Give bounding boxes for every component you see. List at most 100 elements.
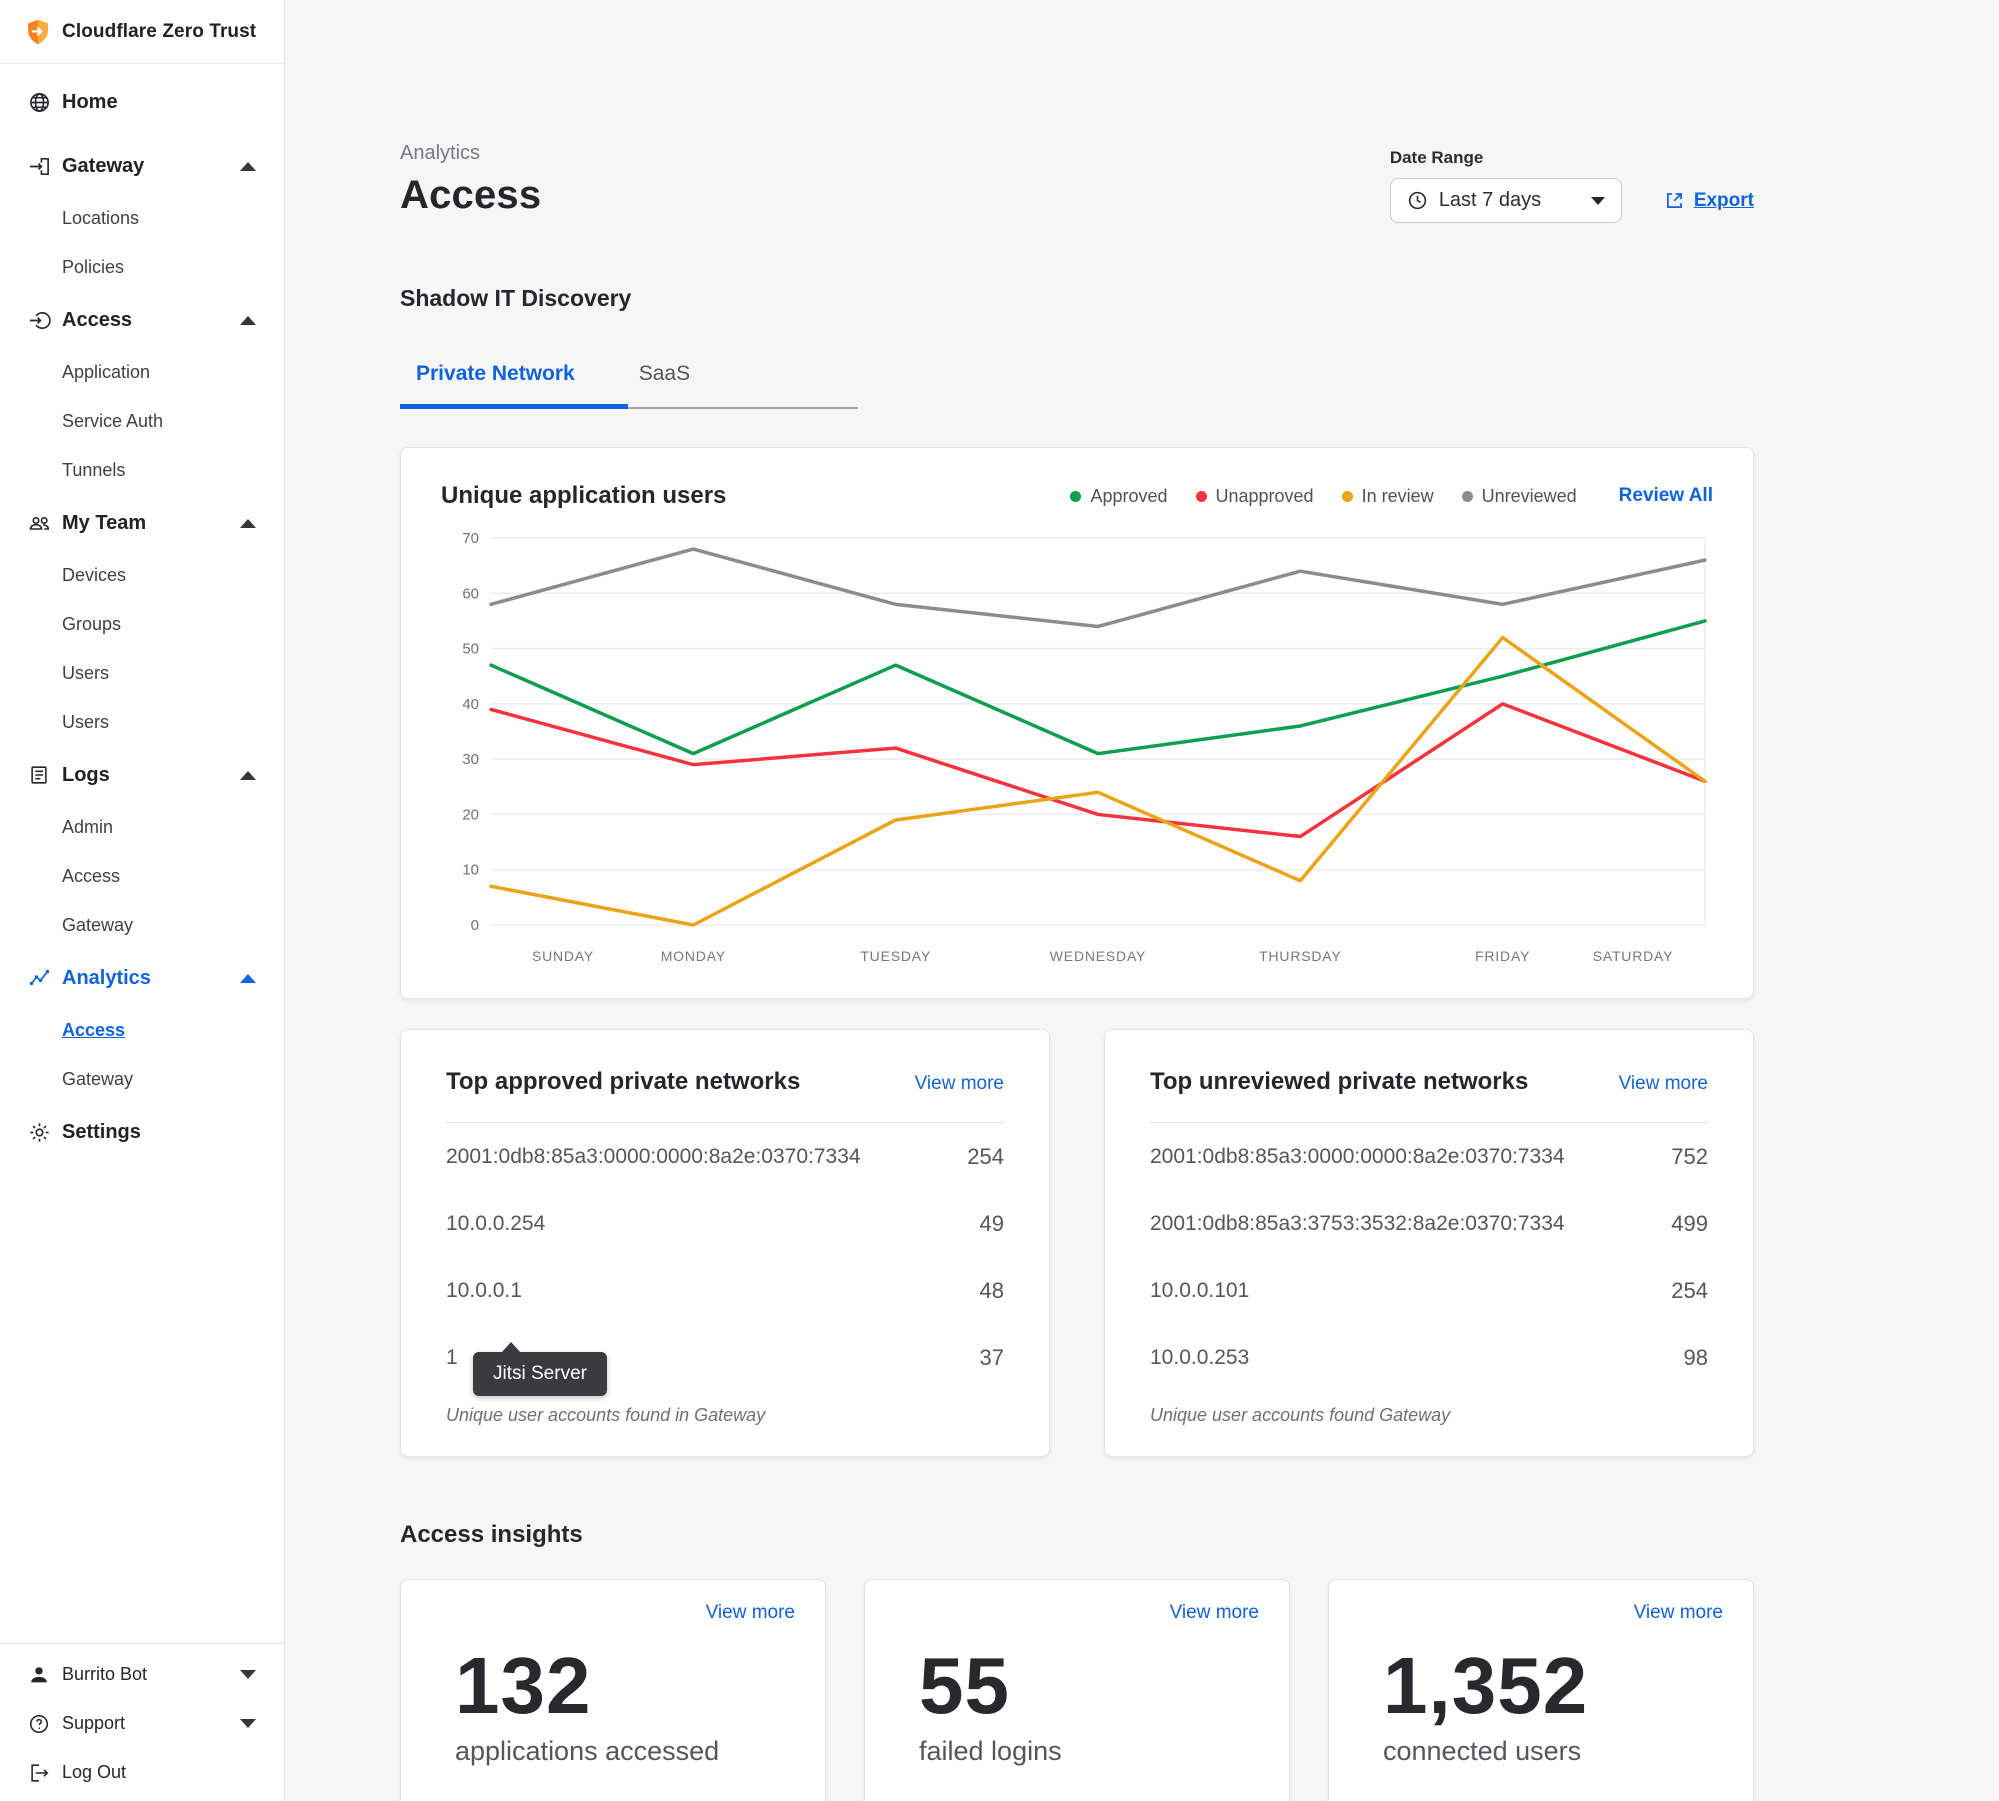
network-row[interactable]: 10.0.0.101 254: [1150, 1257, 1708, 1324]
legend-in-review: In review: [1342, 486, 1434, 507]
sidebar-item-devices[interactable]: Devices: [0, 551, 284, 600]
top-unreviewed-networks-card: Top unreviewed private networks View mor…: [1104, 1029, 1754, 1457]
svg-text:FRIDAY: FRIDAY: [1475, 948, 1530, 964]
failed-logins-label: failed logins: [919, 1736, 1259, 1767]
unreviewed-card-footnote: Unique user accounts found Gateway: [1150, 1405, 1708, 1426]
logout-icon: [28, 1762, 62, 1784]
app-root: Cloudflare Zero Trust Home Gateway: [0, 0, 1999, 1801]
export-button[interactable]: Export: [1664, 190, 1754, 212]
approved-view-more-link[interactable]: View more: [915, 1073, 1004, 1095]
sidebar-item-admin[interactable]: Admin: [0, 803, 284, 852]
date-range-group: Date Range Last 7 days: [1390, 142, 1754, 223]
connected-users-card: View more 1,352 connected users: [1328, 1579, 1754, 1801]
support-menu[interactable]: Support: [0, 1699, 284, 1748]
applications-accessed-card: View more 132 applications accessed: [400, 1579, 826, 1801]
help-icon: [28, 1713, 62, 1735]
support-label: Support: [62, 1713, 125, 1734]
unique-users-chart-card: Unique application users Approved Unappr…: [400, 447, 1754, 999]
legend-dot-approved: [1070, 491, 1081, 502]
sidebar-item-tunnels[interactable]: Tunnels: [0, 446, 284, 495]
approved-card-footnote: Unique user accounts found in Gateway: [446, 1405, 1004, 1426]
tab-private-network[interactable]: Private Network: [416, 362, 575, 406]
sidebar-item-logs-access[interactable]: Access: [0, 852, 284, 901]
access-icon: [28, 309, 62, 332]
network-row[interactable]: 2001:0db8:85a3:3753:3532:8a2e:0370:7334 …: [1150, 1190, 1708, 1257]
sidebar-footer: Burrito Bot Support: [0, 1643, 284, 1797]
sidebar-item-access[interactable]: Access: [0, 292, 284, 348]
sidebar-item-home[interactable]: Home: [0, 74, 284, 130]
review-all-link[interactable]: Review All: [1619, 485, 1713, 507]
network-row[interactable]: 2001:0db8:85a3:0000:0000:8a2e:0370:7334 …: [446, 1123, 1004, 1190]
brand-logo-row[interactable]: Cloudflare Zero Trust: [0, 0, 284, 64]
legend-dot-unreviewed: [1462, 491, 1473, 502]
sidebar-label-access: Access: [62, 309, 132, 332]
account-menu[interactable]: Burrito Bot: [0, 1650, 284, 1699]
sidebar: Cloudflare Zero Trust Home Gateway: [0, 0, 285, 1801]
legend-unapproved: Unapproved: [1196, 486, 1314, 507]
network-row[interactable]: 10.0.0.1 48: [446, 1257, 1004, 1324]
line-chart-canvas[interactable]: 010203040506070SUNDAYMONDAYTUESDAYWEDNES…: [441, 526, 1713, 976]
chevron-down-icon: [1591, 197, 1605, 205]
svg-text:10: 10: [462, 862, 479, 879]
logout-label: Log Out: [62, 1762, 126, 1783]
main-content: Analytics Access Date Range Last 7 days: [285, 0, 1999, 1801]
sidebar-label-analytics: Analytics: [62, 967, 151, 990]
failed-logins-card: View more 55 failed logins: [864, 1579, 1290, 1801]
gateway-icon: [28, 155, 62, 178]
chart-title: Unique application users: [441, 482, 726, 510]
chart-legend: Approved Unapproved In review Unrev: [1070, 486, 1576, 507]
sidebar-item-analytics-access[interactable]: Access: [0, 1006, 284, 1055]
unreviewed-view-more-link[interactable]: View more: [1619, 1073, 1708, 1095]
date-range-select[interactable]: Last 7 days: [1390, 178, 1622, 223]
network-row[interactable]: 2001:0db8:85a3:0000:0000:8a2e:0370:7334 …: [1150, 1123, 1708, 1190]
svg-text:40: 40: [462, 696, 479, 713]
top-approved-networks-card: Top approved private networks View more …: [400, 1029, 1050, 1457]
team-icon: [28, 511, 62, 535]
sidebar-item-users[interactable]: Users: [0, 649, 284, 698]
sidebar-item-my-team[interactable]: My Team: [0, 495, 284, 551]
sidebar-nav: Home Gateway Locations Policies: [0, 64, 284, 1160]
globe-icon: [28, 91, 62, 114]
svg-text:TUESDAY: TUESDAY: [860, 948, 931, 964]
sidebar-label-home: Home: [62, 91, 118, 114]
svg-text:THURSDAY: THURSDAY: [1259, 948, 1341, 964]
connected-users-value: 1,352: [1383, 1646, 1723, 1726]
access-insights-heading: Access insights: [400, 1521, 1754, 1549]
network-row[interactable]: 10.0.0.254 49: [446, 1190, 1004, 1257]
sidebar-item-logs[interactable]: Logs: [0, 747, 284, 803]
svg-text:70: 70: [462, 530, 479, 547]
sidebar-item-locations[interactable]: Locations: [0, 194, 284, 243]
brand-name: Cloudflare Zero Trust: [62, 21, 256, 43]
sidebar-item-service-auth[interactable]: Service Auth: [0, 397, 284, 446]
sidebar-item-logs-gateway[interactable]: Gateway: [0, 901, 284, 950]
tab-bar: Private Network SaaS: [400, 362, 858, 409]
insight-view-more-link[interactable]: View more: [1170, 1602, 1259, 1624]
tab-saas[interactable]: SaaS: [639, 362, 690, 406]
sidebar-item-analytics-gateway[interactable]: Gateway: [0, 1055, 284, 1104]
sidebar-item-gateway[interactable]: Gateway: [0, 138, 284, 194]
sidebar-item-analytics[interactable]: Analytics: [0, 950, 284, 1006]
clock-icon: [1407, 190, 1428, 211]
sidebar-label-logs: Logs: [62, 764, 110, 787]
logs-icon: [28, 764, 62, 786]
svg-text:30: 30: [462, 751, 479, 768]
gear-icon: [28, 1121, 62, 1144]
account-name: Burrito Bot: [62, 1664, 147, 1685]
chevron-up-icon: [240, 771, 256, 780]
insight-view-more-link[interactable]: View more: [1634, 1602, 1723, 1624]
network-row[interactable]: 10.0.0.253 98: [1150, 1324, 1708, 1391]
user-icon: [28, 1664, 62, 1686]
chevron-down-icon: [240, 1670, 256, 1679]
sidebar-item-users-2[interactable]: Users: [0, 698, 284, 747]
chevron-down-icon: [240, 1719, 256, 1728]
svg-text:SUNDAY: SUNDAY: [532, 948, 594, 964]
sidebar-item-policies[interactable]: Policies: [0, 243, 284, 292]
insight-view-more-link[interactable]: View more: [706, 1602, 795, 1624]
sidebar-item-application[interactable]: Application: [0, 348, 284, 397]
logout-button[interactable]: Log Out: [0, 1748, 284, 1797]
sidebar-item-settings[interactable]: Settings: [0, 1104, 284, 1160]
chevron-up-icon: [240, 974, 256, 983]
sidebar-item-groups[interactable]: Groups: [0, 600, 284, 649]
legend-dot-unapproved: [1196, 491, 1207, 502]
shadow-it-heading: Shadow IT Discovery: [400, 285, 1754, 312]
